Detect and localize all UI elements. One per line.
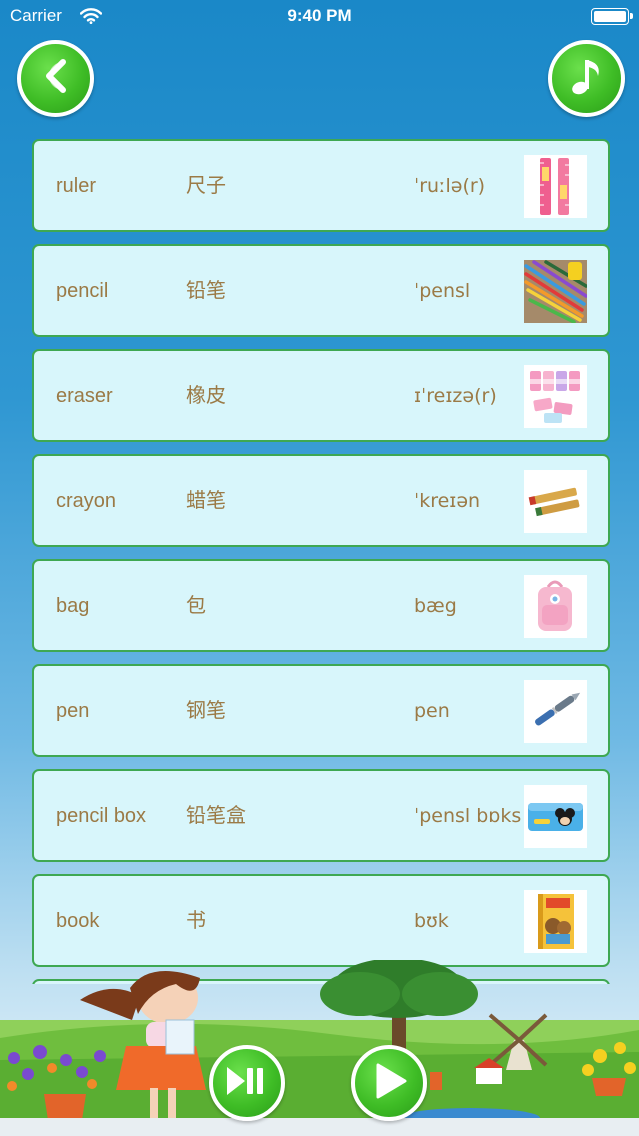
erasers-image <box>524 365 587 428</box>
pencil-box-image <box>524 785 587 848</box>
word-row-ruler[interactable]: ruler 尺子 ˈruːlə(r) <box>32 139 610 232</box>
word-chinese: 橡皮 <box>186 385 226 407</box>
word-row-pen[interactable]: pen 钢笔 pen <box>32 664 610 757</box>
word-row-eraser[interactable]: eraser 橡皮 ɪˈreɪzə(r) <box>32 349 610 442</box>
word-row-pencil-box[interactable]: pencil box 铅笔盒 ˈpensl bɒks <box>32 769 610 862</box>
battery-icon <box>591 8 633 25</box>
word-phonetic: ˈkreɪən <box>414 490 481 512</box>
play-icon <box>369 1061 409 1106</box>
word-list[interactable]: ruler 尺子 ˈruːlə(r) pencil 铅笔 ˈpensl eras… <box>32 139 610 984</box>
crayons-image <box>524 470 587 533</box>
word-phonetic: ɪˈreɪzə(r) <box>414 385 497 407</box>
word-row-book[interactable]: book 书 bʊk <box>32 874 610 967</box>
word-chinese: 蜡笔 <box>186 490 226 512</box>
back-button[interactable] <box>17 40 94 117</box>
play-button[interactable] <box>351 1045 427 1121</box>
play-pause-icon <box>225 1064 269 1103</box>
word-english: pencil box <box>56 805 147 827</box>
word-english: book <box>56 910 100 932</box>
word-phonetic: bæg <box>414 595 457 617</box>
pink-backpack-image <box>524 575 587 638</box>
word-english: bag <box>56 595 90 617</box>
word-english: ruler <box>56 175 97 197</box>
word-chinese: 铅笔 <box>186 280 226 302</box>
word-phonetic: pen <box>414 700 450 722</box>
colored-pencils-image <box>524 260 587 323</box>
garden-scene-illustration <box>0 960 639 1136</box>
chevron-left-icon <box>36 56 76 101</box>
fountain-pen-image <box>524 680 587 743</box>
music-button[interactable] <box>548 40 625 117</box>
word-phonetic: ˈruːlə(r) <box>414 175 486 197</box>
word-phonetic: ˈpensl <box>414 280 471 302</box>
word-chinese: 铅笔盒 <box>186 805 246 827</box>
music-note-icon <box>567 54 607 103</box>
word-row-crayon[interactable]: crayon 蜡笔 ˈkreɪən <box>32 454 610 547</box>
play-pause-button[interactable] <box>209 1045 285 1121</box>
word-chinese: 钢笔 <box>186 700 226 722</box>
status-bar: Carrier 9:40 PM <box>0 0 639 34</box>
word-phonetic: ˈpensl bɒks <box>414 805 522 827</box>
status-time: 9:40 PM <box>287 6 352 25</box>
word-english: pen <box>56 700 90 722</box>
word-chinese: 尺子 <box>186 175 226 197</box>
word-phonetic: bʊk <box>414 910 449 932</box>
word-row-bag[interactable]: bag 包 bæg <box>32 559 610 652</box>
word-english: eraser <box>56 385 113 407</box>
word-chinese: 包 <box>186 595 206 617</box>
ruler-image <box>524 155 587 218</box>
book-image <box>524 890 587 953</box>
word-row-pencil[interactable]: pencil 铅笔 ˈpensl <box>32 244 610 337</box>
word-english: crayon <box>56 490 117 512</box>
word-chinese: 书 <box>186 910 206 932</box>
word-english: pencil <box>56 280 109 302</box>
